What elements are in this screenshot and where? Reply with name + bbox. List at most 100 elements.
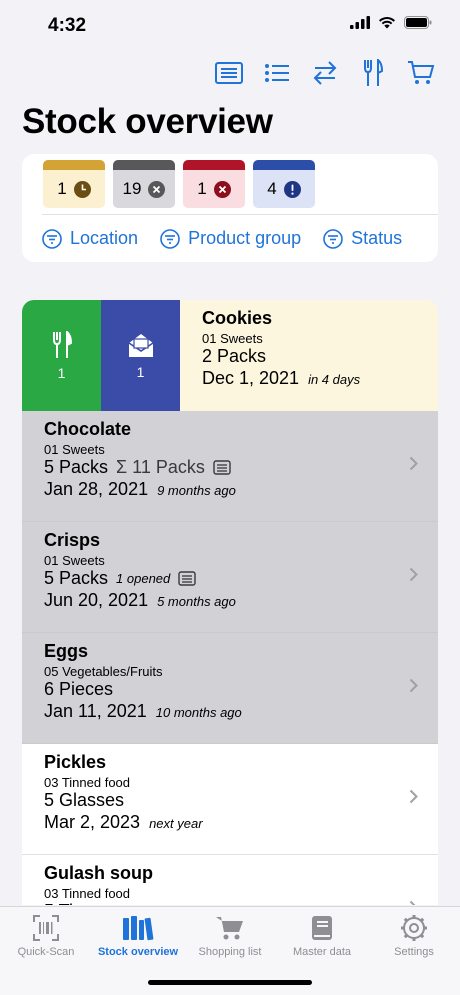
tab-shopping-list[interactable]: Shopping list	[184, 907, 276, 958]
note-icon	[213, 460, 231, 475]
note-icon	[178, 571, 196, 586]
list-item[interactable]: Pickles 03 Tinned food 5 Glasses Mar 2, …	[22, 744, 438, 855]
consume-button[interactable]	[358, 58, 388, 88]
item-name: Eggs	[44, 641, 89, 661]
tabs: Quick-Scan Stock overview Shopping list …	[0, 907, 460, 958]
badge-content: 1	[183, 170, 245, 208]
list-rows: Chocolate 01 Sweets 5 Packs Σ 11 Packs Ja…	[22, 411, 438, 905]
badge-bar	[113, 160, 175, 170]
item-relative-date: 5 months ago	[157, 594, 236, 609]
item-date: Dec 1, 2021	[202, 368, 300, 388]
filter-icon	[42, 228, 62, 249]
list-item[interactable]: Crisps 01 Sweets 5 Packs 1 opened Jun 20,…	[22, 522, 438, 633]
badge-content: 19	[113, 170, 175, 208]
consume-icon	[364, 59, 383, 86]
item-group: 03 Tinned food	[44, 775, 131, 790]
transfer-button[interactable]	[310, 58, 340, 88]
tab-label: Settings	[394, 946, 434, 958]
badge-bar	[253, 160, 315, 170]
signal-icon	[350, 16, 370, 29]
divider	[42, 214, 438, 215]
tab-label: Quick-Scan	[17, 946, 75, 958]
item-amount: 6 Pieces	[44, 679, 114, 699]
home-indicator	[148, 980, 312, 985]
item-group: 01 Sweets	[202, 331, 263, 346]
item-amount: 5 Tins	[44, 901, 92, 905]
item-amount-line: 5 Packs 1 opened	[44, 568, 196, 589]
item-amount: 5 Packs	[44, 457, 109, 477]
item-relative-date: next year	[149, 816, 203, 831]
journal-button[interactable]	[214, 58, 244, 88]
tab-label: Shopping list	[198, 946, 262, 958]
tab-settings[interactable]: Settings	[368, 907, 460, 958]
list-item[interactable]: Cookies 01 Sweets 2 Packs Dec 1, 2021 in…	[180, 300, 438, 411]
gear-icon	[397, 913, 431, 943]
item-group: 01 Sweets	[44, 553, 105, 568]
barcode-scan-icon	[29, 913, 63, 943]
badge-count: 4	[267, 179, 277, 198]
chevron-right-icon	[409, 678, 418, 698]
badge-count: 19	[122, 179, 142, 198]
list-item[interactable]: Chocolate 01 Sweets 5 Packs Σ 11 Packs Ja…	[22, 411, 438, 522]
item-date-line: Jan 28, 2021 9 months ago	[44, 479, 236, 500]
tab-master-data[interactable]: Master data	[276, 907, 368, 958]
status-badge[interactable]: 19	[113, 160, 175, 208]
exclamation-icon	[283, 180, 301, 198]
wifi-icon	[379, 17, 395, 29]
status-icons	[350, 16, 432, 29]
item-group: 03 Tinned food	[44, 886, 131, 901]
item-amount-line: 5 Packs Σ 11 Packs	[44, 457, 231, 478]
status-filter-button[interactable]: Status	[323, 228, 402, 249]
product-group-filter-button[interactable]: Product group	[160, 228, 301, 249]
status-badge[interactable]: 1	[183, 160, 245, 208]
tab-quick-scan[interactable]: Quick-Scan	[0, 907, 92, 958]
location-filter-label: Location	[70, 228, 139, 248]
item-group: 05 Vegetables/Fruits	[44, 664, 163, 679]
item-date-line: Jun 20, 2021 5 months ago	[44, 590, 236, 611]
item-relative-date: in 4 days	[308, 372, 361, 387]
filter-card: 1 19 1 4 Location Product group Status	[22, 154, 438, 262]
list-button[interactable]	[262, 58, 292, 88]
clock-icon	[73, 180, 91, 198]
list-item[interactable]: Eggs 05 Vegetables/Fruits 6 Pieces Jan 1…	[22, 633, 438, 744]
item-date: Jan 11, 2021	[44, 701, 147, 721]
book-icon	[305, 913, 339, 943]
item-date-line: Dec 1, 2021 in 4 days	[202, 368, 360, 389]
badge-count: 1	[57, 179, 67, 198]
books-icon	[121, 913, 155, 943]
tab-label: Master data	[292, 946, 352, 958]
x-circle-icon	[148, 180, 166, 198]
tab-stock-overview[interactable]: Stock overview	[92, 907, 184, 958]
consume-action-button[interactable]: 1	[22, 300, 101, 411]
item-amount-line: 6 Pieces	[44, 679, 113, 700]
status-badge[interactable]: 4	[253, 160, 315, 208]
filter-icon	[160, 228, 180, 249]
item-amount: 5 Glasses	[44, 790, 125, 810]
item-name: Chocolate	[44, 419, 132, 439]
badge-content: 1	[43, 170, 105, 208]
cart-button[interactable]	[406, 58, 436, 88]
item-total-amount: Σ 11 Packs	[116, 457, 205, 477]
open-action-button[interactable]: 1	[101, 300, 180, 411]
journal-icon	[215, 62, 243, 84]
transfer-icon	[313, 61, 337, 85]
item-date: Jun 20, 2021	[44, 590, 149, 610]
status-time: 4:32	[48, 15, 87, 36]
chevron-right-icon	[409, 789, 418, 809]
open-count: 1	[136, 363, 145, 380]
status-badge[interactable]: 1	[43, 160, 105, 208]
toolbar	[214, 58, 436, 88]
tab-label: Stock overview	[97, 946, 179, 958]
status-bar: 4:32	[0, 0, 460, 54]
status-badges: 1 19 1 4	[43, 160, 315, 208]
stock-list: 1 1 Cookies 01 Sweets 2 Packs Dec 1, 202…	[22, 300, 438, 905]
location-filter-button[interactable]: Location	[42, 228, 138, 249]
consume-count: 1	[57, 364, 66, 381]
page-title: Stock overview	[22, 102, 273, 141]
item-amount-line: 5 Tins	[44, 901, 92, 905]
cart-icon	[408, 61, 435, 84]
item-date: Mar 2, 2023	[44, 812, 141, 832]
item-date-line: Jan 11, 2021 10 months ago	[44, 701, 242, 722]
list-item[interactable]: Gulash soup 03 Tinned food 5 Tins	[22, 855, 438, 905]
item-amount: 5 Packs	[44, 568, 109, 588]
